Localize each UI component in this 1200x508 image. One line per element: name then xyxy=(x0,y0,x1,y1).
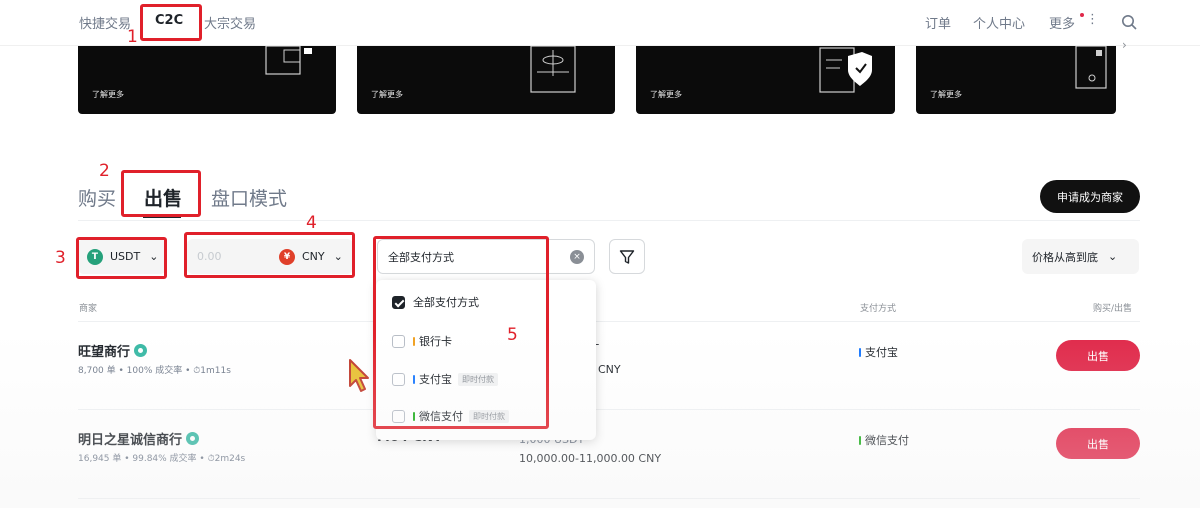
annotation-number-4: 4 xyxy=(306,213,317,233)
merchant-name-text: 明日之星诚信商行 xyxy=(78,433,183,448)
banner-card-1[interactable]: 了解更多 xyxy=(78,46,336,114)
header-payment: 支付方式 xyxy=(860,304,897,314)
annotation-number-1: 1 xyxy=(127,27,138,47)
tab-buy[interactable]: 购买 xyxy=(78,184,116,211)
document-illustration-icon xyxy=(265,46,312,75)
filter-button[interactable] xyxy=(609,239,645,274)
chevron-down-icon: ⌄ xyxy=(1108,250,1118,263)
nav-profile[interactable]: 个人中心 xyxy=(973,13,1025,32)
payment-color-bar xyxy=(859,435,861,445)
banner-learn-more[interactable]: 了解更多 xyxy=(371,89,403,100)
merchant-name[interactable]: 旺望商行 xyxy=(78,341,148,360)
tabs-divider xyxy=(78,220,1140,221)
phone-illustration-icon xyxy=(1075,46,1107,89)
tab-orderbook-mode[interactable]: 盘口模式 xyxy=(211,184,287,211)
mouse-cursor-icon xyxy=(349,359,369,392)
verified-badge-icon xyxy=(134,344,148,357)
annotation-box-5 xyxy=(373,236,549,429)
banner-learn-more[interactable]: 了解更多 xyxy=(92,89,124,100)
order-limit: 10,000.00-11,000.00 CNY xyxy=(519,452,662,465)
order-limit: CNY xyxy=(598,363,621,376)
more-dots-icon[interactable]: ⋮ xyxy=(1086,12,1099,27)
banner-learn-more[interactable]: 了解更多 xyxy=(930,89,962,100)
clear-icon[interactable]: × xyxy=(570,250,584,264)
banner-card-2[interactable]: 了解更多 xyxy=(357,46,615,114)
nav-quick-trade[interactable]: 快捷交易 xyxy=(79,13,131,32)
merchant-stats: 16,945 单 • 99.84% 成交率 • ⏱2m24s xyxy=(78,454,246,464)
banner-card-4[interactable]: 了解更多 xyxy=(916,46,1116,114)
annotation-box-2 xyxy=(121,170,201,217)
apply-merchant-button[interactable]: 申请成为商家 xyxy=(1040,180,1140,213)
annotation-number-2: 2 xyxy=(99,161,110,181)
search-icon[interactable] xyxy=(1121,14,1137,30)
security-illustration-icon xyxy=(819,47,872,93)
table-header-divider xyxy=(78,321,1140,322)
payment-method-tag: 微信支付 xyxy=(859,432,909,448)
banner-learn-more[interactable]: 了解更多 xyxy=(650,89,682,100)
carousel-next-icon[interactable]: › xyxy=(1122,38,1127,52)
payment-method-tag: 支付宝 xyxy=(859,344,898,360)
sell-button[interactable]: 出售 xyxy=(1056,340,1140,371)
sort-select[interactable]: 价格从高到底 ⌄ xyxy=(1022,239,1139,274)
video-vignette xyxy=(0,330,1200,508)
payment-method-label: 微信支付 xyxy=(865,434,909,447)
nav-block-trade[interactable]: 大宗交易 xyxy=(204,13,256,32)
banner-card-3[interactable]: 了解更多 xyxy=(636,46,895,114)
nav-more[interactable]: 更多 xyxy=(1049,13,1075,32)
sort-value: 价格从高到底 xyxy=(1032,250,1098,264)
merchant-stats: 8,700 单 • 100% 成交率 • ⏱1m11s xyxy=(78,366,231,376)
notification-dot xyxy=(1080,13,1084,17)
funnel-icon xyxy=(619,249,635,264)
sell-button[interactable]: 出售 xyxy=(1056,428,1140,459)
contract-illustration-icon xyxy=(530,46,576,93)
annotation-box-3 xyxy=(76,237,167,279)
payment-method-label: 支付宝 xyxy=(865,346,898,359)
row-divider xyxy=(78,409,1140,410)
merchant-name-text: 旺望商行 xyxy=(78,345,131,360)
annotation-box-1 xyxy=(140,4,202,41)
merchant-name[interactable]: 明日之星诚信商行 xyxy=(78,429,200,448)
header-merchant: 商家 xyxy=(79,304,98,314)
annotation-number-3: 3 xyxy=(55,248,66,268)
annotation-number-5: 5 xyxy=(507,325,518,345)
header-action: 购买/出售 xyxy=(1093,304,1133,314)
row-divider xyxy=(78,498,1140,499)
payment-color-bar xyxy=(859,347,861,357)
verified-badge-icon xyxy=(186,432,200,445)
nav-orders[interactable]: 订单 xyxy=(925,13,951,32)
annotation-box-4 xyxy=(184,232,355,278)
